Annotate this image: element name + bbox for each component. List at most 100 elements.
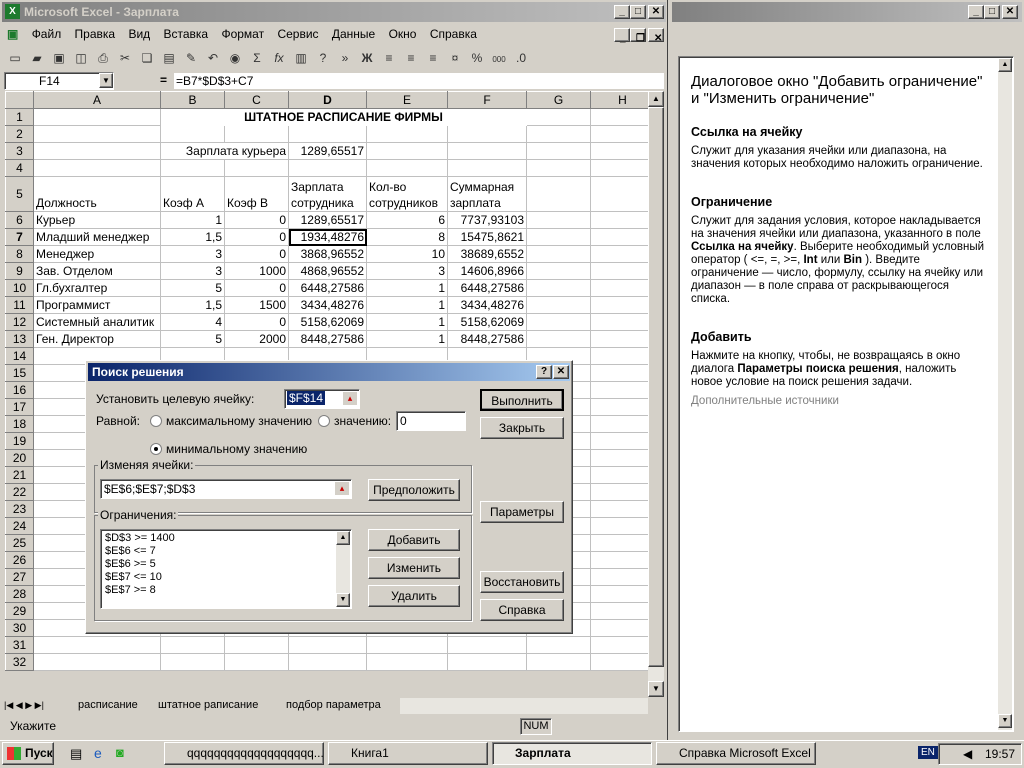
cell[interactable]: Коэф А bbox=[160, 176, 225, 212]
row-header[interactable]: 20 bbox=[5, 449, 34, 467]
hyperlink-icon[interactable]: ◉ bbox=[224, 47, 246, 69]
row-header[interactable]: 11 bbox=[5, 296, 34, 314]
constraint-item[interactable]: $E$7 >= 8 bbox=[105, 584, 347, 597]
cell[interactable]: 0 bbox=[224, 211, 289, 229]
more-icon[interactable]: » bbox=[334, 47, 356, 69]
cell[interactable] bbox=[590, 245, 655, 263]
cell[interactable] bbox=[590, 619, 655, 637]
col-header-c[interactable]: C bbox=[224, 91, 289, 109]
radio-max[interactable] bbox=[150, 415, 162, 427]
scroll-up-button[interactable]: ▲ bbox=[336, 531, 350, 545]
cell[interactable]: 1289,65517 bbox=[288, 142, 367, 160]
value-field[interactable]: 0 bbox=[396, 411, 466, 431]
row-header[interactable]: 27 bbox=[5, 568, 34, 586]
cell[interactable]: 1 bbox=[366, 330, 448, 348]
cell[interactable] bbox=[590, 432, 655, 450]
close-button[interactable]: ✕ bbox=[1002, 5, 1018, 19]
cell[interactable] bbox=[590, 347, 655, 365]
print-icon[interactable]: ⎙ bbox=[92, 47, 114, 69]
cell[interactable] bbox=[33, 653, 161, 671]
cell[interactable]: 0 bbox=[224, 228, 289, 246]
help-scrollbar[interactable]: ▲ ▼ bbox=[998, 58, 1012, 730]
help-icon[interactable]: ? bbox=[536, 365, 552, 379]
menu-insert[interactable]: Вставка bbox=[159, 24, 214, 44]
cell[interactable]: 4 bbox=[160, 313, 225, 331]
cell[interactable] bbox=[224, 636, 289, 654]
cell[interactable] bbox=[590, 262, 655, 280]
cell[interactable]: 1289,65517 bbox=[288, 211, 367, 229]
target-cell-field[interactable]: $F$14 ▴ bbox=[284, 389, 360, 409]
cell[interactable]: 8448,27586 bbox=[447, 330, 527, 348]
cell[interactable]: Программист bbox=[33, 296, 161, 314]
menu-help[interactable]: Справка bbox=[425, 24, 482, 44]
row-header[interactable]: 8 bbox=[5, 245, 34, 263]
cell[interactable] bbox=[526, 313, 591, 331]
align-center-icon[interactable]: ≡ bbox=[400, 47, 422, 69]
cell[interactable]: Гл.бухгалтер bbox=[33, 279, 161, 297]
delete-button[interactable]: Удалить bbox=[368, 585, 460, 607]
cell[interactable] bbox=[526, 296, 591, 314]
cell[interactable]: 1,5 bbox=[160, 296, 225, 314]
solve-button[interactable]: Выполнить bbox=[480, 389, 564, 411]
volume-icon[interactable]: ◀ bbox=[963, 747, 972, 761]
cell[interactable]: Младший менеджер bbox=[33, 228, 161, 246]
col-header-f[interactable]: F bbox=[447, 91, 527, 109]
cell[interactable] bbox=[526, 330, 591, 348]
cell[interactable]: 1 bbox=[366, 296, 448, 314]
collapse-dialog-icon[interactable]: ▴ bbox=[335, 482, 349, 495]
row-header[interactable]: 17 bbox=[5, 398, 34, 416]
cell[interactable] bbox=[447, 125, 527, 143]
cut-icon[interactable]: ✂ bbox=[114, 47, 136, 69]
cell[interactable]: 3434,48276 bbox=[288, 296, 367, 314]
cell[interactable]: Менеджер bbox=[33, 245, 161, 263]
doc-close-button[interactable]: ✕ bbox=[648, 28, 664, 44]
cell[interactable]: Зарплата курьера bbox=[160, 142, 289, 160]
vertical-scrollbar[interactable]: ▲ ▼ bbox=[648, 91, 664, 697]
cell[interactable]: Ген. Директор bbox=[33, 330, 161, 348]
row-header[interactable]: 18 bbox=[5, 415, 34, 433]
cell[interactable] bbox=[590, 483, 655, 501]
prev-sheet-icon[interactable]: ◀ bbox=[16, 700, 23, 710]
col-header-d[interactable]: D bbox=[288, 91, 367, 109]
constraint-item[interactable]: $E$7 <= 10 bbox=[105, 571, 347, 584]
cell[interactable] bbox=[590, 296, 655, 314]
maximize-button[interactable]: □ bbox=[984, 5, 1000, 19]
cell[interactable]: Зарплата сотрудника bbox=[288, 176, 367, 212]
new-icon[interactable]: ▭ bbox=[4, 47, 26, 69]
doc-minimize-button[interactable]: _ bbox=[614, 28, 630, 44]
language-indicator[interactable]: EN bbox=[918, 746, 938, 759]
close-icon[interactable]: ✕ bbox=[553, 365, 569, 379]
cell[interactable]: 5158,62069 bbox=[447, 313, 527, 331]
menu-format[interactable]: Формат bbox=[216, 24, 269, 44]
cell[interactable] bbox=[366, 653, 448, 671]
taskbar-item-word[interactable]: qqqqqqqqqqqqqqqqqqq... bbox=[164, 742, 324, 765]
row-header[interactable]: 6 bbox=[5, 211, 34, 229]
menu-edit[interactable]: Правка bbox=[70, 24, 121, 44]
cell[interactable] bbox=[590, 159, 655, 177]
cell[interactable]: Системный аналитик bbox=[33, 313, 161, 331]
cell[interactable] bbox=[590, 142, 655, 160]
cell[interactable]: Курьер bbox=[33, 211, 161, 229]
doc-icon[interactable]: ▣ bbox=[2, 24, 23, 44]
row-header[interactable]: 4 bbox=[5, 159, 34, 177]
cell[interactable]: 1500 bbox=[224, 296, 289, 314]
cell[interactable]: Должность bbox=[33, 176, 161, 212]
row-header[interactable]: 1 bbox=[5, 108, 34, 126]
help-title-bar[interactable]: _ □ ✕ bbox=[672, 2, 1022, 22]
currency-icon[interactable]: ¤ bbox=[444, 47, 466, 69]
taskbar-item-salary[interactable]: Зарплата bbox=[492, 742, 652, 765]
guess-button[interactable]: Предположить bbox=[368, 479, 460, 501]
cell[interactable]: 2000 bbox=[224, 330, 289, 348]
menu-view[interactable]: Вид bbox=[123, 24, 155, 44]
cell[interactable] bbox=[590, 636, 655, 654]
cell[interactable] bbox=[526, 228, 591, 246]
scroll-thumb[interactable] bbox=[648, 107, 664, 667]
format-painter-icon[interactable]: ✎ bbox=[180, 47, 202, 69]
scroll-down-button[interactable]: ▼ bbox=[998, 714, 1012, 728]
decimal-icon[interactable]: .0 bbox=[510, 47, 532, 69]
cell[interactable] bbox=[526, 142, 591, 160]
start-button[interactable]: Пуск bbox=[2, 742, 54, 765]
cell[interactable]: 1000 bbox=[224, 262, 289, 280]
cell[interactable]: 38689,6552 bbox=[447, 245, 527, 263]
cell[interactable]: 7737,93103 bbox=[447, 211, 527, 229]
